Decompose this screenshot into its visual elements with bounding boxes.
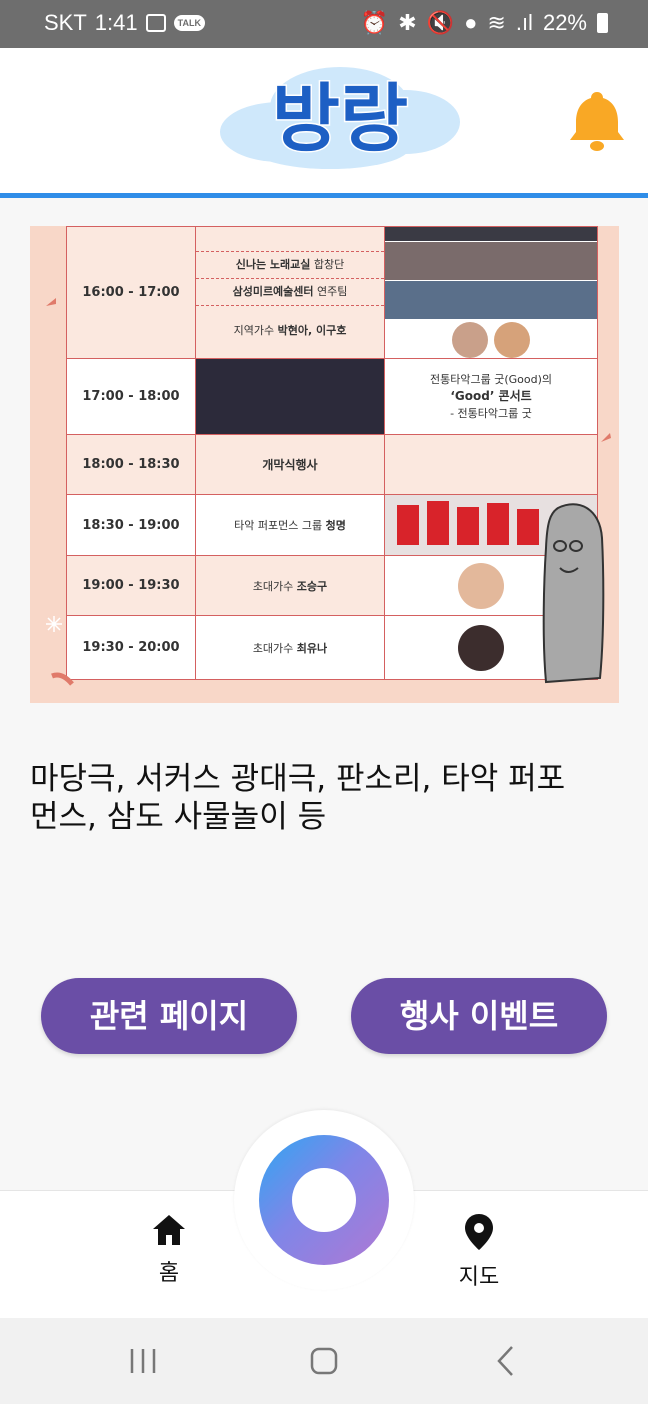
confetti-decoration	[601, 433, 611, 442]
alarm-icon: ⏰	[360, 10, 389, 35]
time-cell: 19:00 - 19:30	[66, 555, 196, 616]
location-icon: ●	[464, 10, 478, 35]
drum-performance-photo	[195, 358, 385, 435]
photo-cell	[384, 226, 598, 359]
gallery-icon	[145, 14, 166, 32]
mute-icon: 🔇	[426, 10, 455, 35]
carrier-label: SKT	[44, 10, 87, 35]
event-description: 마당극, 서커스 광대극, 판소리, 타악 퍼포먼스, 삼도 사물놀이 등	[30, 761, 566, 835]
singer-portrait	[458, 562, 504, 609]
band-photo	[385, 281, 597, 320]
confetti-decoration	[51, 672, 74, 686]
time-cell: 18:00 - 18:30	[66, 434, 196, 495]
time-cell: 16:00 - 17:00	[66, 226, 196, 359]
stone-statue-illustration	[542, 503, 605, 684]
signal-icon: .ıl	[515, 10, 533, 35]
event-schedule-poster: 16:00 - 17:00 신나는 노래교실 합창단 삼성미르예술센터 연주팀 …	[30, 226, 619, 703]
center-action-button[interactable]	[259, 1135, 389, 1265]
singer-portrait	[452, 322, 489, 358]
schedule-row: 19:30 - 20:00 초대가수 최유나	[66, 615, 598, 680]
program-cell: 타악 퍼포먼스 그룹 청명	[195, 494, 385, 556]
time-cell: 19:30 - 20:00	[66, 615, 196, 680]
back-icon[interactable]	[494, 1344, 518, 1378]
schedule-row: 16:00 - 17:00 신나는 노래교실 합창단 삼성미르예술센터 연주팀 …	[66, 226, 598, 359]
program-cell: 개막식행사	[195, 434, 385, 495]
schedule-row: 19:00 - 19:30 초대가수 조승구	[66, 555, 598, 616]
home-system-icon[interactable]	[309, 1346, 339, 1376]
performance-photo	[385, 227, 597, 242]
center-ring-icon	[292, 1168, 356, 1232]
system-navigation-bar	[0, 1318, 648, 1404]
notification-bell-icon[interactable]	[568, 88, 626, 154]
nav-map[interactable]: 지도	[429, 1213, 529, 1291]
kakaotalk-icon: TALK	[173, 15, 205, 31]
program-line: 신나는 노래교실 합창단	[196, 252, 384, 279]
nav-map-label: 지도	[458, 1265, 500, 1290]
schedule-row: 17:00 - 18:00 전통타악그룹 굿(Good)의 ‘Good’ 콘서트…	[66, 358, 598, 435]
confetti-decoration	[46, 298, 56, 306]
schedule-row: 18:00 - 18:30 개막식행사	[66, 434, 598, 495]
app-logo: 방랑	[220, 67, 460, 169]
wifi-icon: ≋	[487, 10, 506, 35]
bluetooth-icon: ✱	[398, 10, 417, 35]
program-cell: 초대가수 최유나	[195, 615, 385, 680]
sparkle-decoration	[46, 616, 62, 632]
status-bar: SKT 1:41 TALK ⏰ ✱ 🔇 ● ≋ .ıl 22%	[0, 0, 648, 48]
schedule-table: 16:00 - 17:00 신나는 노래교실 합창단 삼성미르예술센터 연주팀 …	[66, 226, 598, 680]
singer-portrait	[493, 322, 530, 358]
choir-photo	[385, 242, 597, 281]
battery-icon	[597, 13, 608, 33]
header-divider	[0, 193, 648, 198]
program-line: 삼성미르예술센터 연주팀	[196, 279, 384, 306]
battery-percent: 22%	[542, 10, 587, 35]
event-button[interactable]: 행사 이벤트	[351, 978, 607, 1054]
nav-home-label: 홈	[158, 1261, 180, 1286]
schedule-row: 18:30 - 19:00 타악 퍼포먼스 그룹 청명	[66, 494, 598, 556]
time-cell: 18:30 - 19:00	[66, 494, 196, 556]
home-icon	[153, 1215, 185, 1245]
program-cell: 초대가수 조승구	[195, 555, 385, 616]
program-line: 지역가수 박현아, 이구호	[233, 324, 347, 337]
clock: 1:41	[94, 10, 138, 35]
singer-portrait	[458, 624, 504, 671]
map-pin-icon	[465, 1214, 493, 1250]
program-cell: 전통타악그룹 굿(Good)의 ‘Good’ 콘서트 - 전통타악그룹 굿	[384, 358, 598, 435]
logo-text: 방랑	[272, 76, 408, 162]
recent-apps-icon[interactable]	[128, 1346, 158, 1376]
time-cell: 17:00 - 18:00	[66, 358, 196, 435]
nav-home[interactable]: 홈	[119, 1213, 219, 1287]
related-page-button[interactable]: 관련 페이지	[41, 978, 297, 1054]
program-cell: 신나는 노래교실 합창단 삼성미르예술센터 연주팀 지역가수 박현아, 이구호	[195, 226, 385, 359]
